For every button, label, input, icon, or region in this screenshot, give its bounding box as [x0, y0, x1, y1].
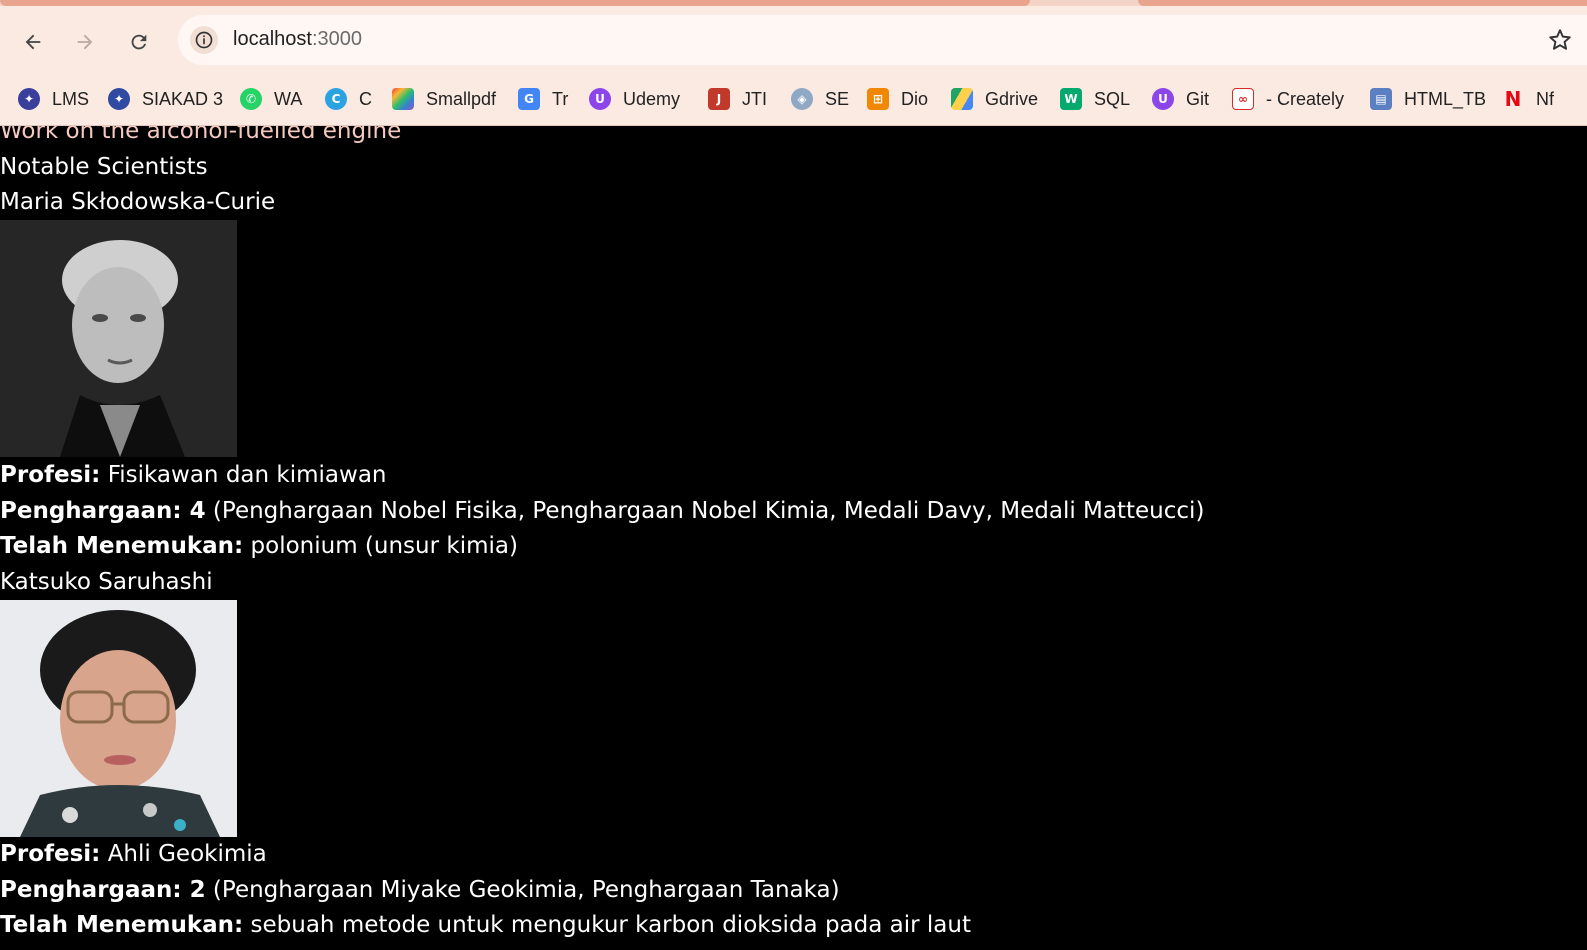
scientist-photo: [0, 220, 237, 457]
udemy-icon: U: [589, 88, 611, 110]
scientist-name: Katsuko Saruhashi: [0, 569, 213, 595]
bookmark-udemy[interactable]: U Udemy: [589, 84, 680, 114]
bookmark-label: - Creately: [1266, 88, 1345, 109]
discovered-label: Telah Menemukan:: [0, 912, 244, 938]
bookmark-label: Smallpdf: [426, 88, 497, 109]
whatsapp-icon: ✆: [240, 88, 262, 110]
bookmark-wa[interactable]: ✆ WA: [240, 84, 302, 114]
campus-crest-icon: ✦: [18, 88, 40, 110]
creately-icon: ∞: [1232, 88, 1254, 110]
discovered-line: Telah Menemukan: sebuah metode untuk men…: [0, 910, 971, 940]
bookmark-dio[interactable]: ⊞ Dio: [867, 84, 928, 114]
awards-label: Penghargaan: 4: [0, 498, 206, 524]
site-info-icon[interactable]: [190, 26, 218, 54]
bookmark-label: Nf: [1536, 88, 1554, 109]
translate-icon: G: [518, 88, 540, 110]
bookmark-smallpdf[interactable]: Smallpdf: [392, 84, 496, 114]
bookmark-translate[interactable]: G Tr: [518, 84, 568, 114]
bookmark-html-tb[interactable]: ▤ HTML_TB: [1370, 84, 1486, 114]
profession-value: Ahli Geokimia: [100, 841, 267, 867]
address-bar[interactable]: localhost:3000: [178, 15, 1587, 65]
netflix-icon: N: [1504, 87, 1522, 111]
awards-value: (Penghargaan Nobel Fisika, Penghargaan N…: [205, 498, 1205, 524]
scientist-photo: [0, 600, 237, 837]
bookmark-label: SE: [825, 88, 850, 109]
discovered-line: Telah Menemukan: polonium (unsur kimia): [0, 531, 518, 561]
reload-button[interactable]: [121, 24, 157, 60]
bookmarks-bar: ✦ LMS ✦ SIAKAD 3 ✆ WA CC Smallpdf G Tr U Udem…: [0, 74, 1587, 126]
bookmark-label: HTML_TB: [1404, 88, 1487, 109]
bookmark-canva[interactable]: CC: [325, 84, 372, 114]
bookmark-gdrive[interactable]: Gdrive: [951, 84, 1038, 114]
udemy-icon: U: [1152, 88, 1174, 110]
profession-label: Profesi:: [0, 841, 101, 867]
discovered-value: sebuah metode untuk mengukur karbon diok…: [243, 912, 971, 938]
page-content: Work on the alcohol-fuelled engine Notab…: [0, 126, 1587, 950]
bookmark-label: SIAKAD 3: [142, 88, 224, 109]
book-icon: ▤: [1370, 88, 1392, 110]
profession-line: Profesi: Fisikawan dan kimiawan: [0, 460, 387, 490]
scientist-name: Maria Skłodowska-Curie: [0, 189, 276, 215]
arrow-left-icon: [25, 34, 41, 50]
w3schools-icon: W: [1060, 88, 1082, 110]
profession-value: Fisikawan dan kimiawan: [100, 462, 387, 488]
bookmark-netflix[interactable]: N Nf: [1502, 84, 1554, 114]
awards-line: Penghargaan: 2 (Penghargaan Miyake Geoki…: [0, 875, 840, 905]
browser-toolbar: localhost:3000: [0, 6, 1587, 74]
bookmark-label: Udemy: [623, 88, 681, 109]
bookmark-lms[interactable]: ✦ LMS: [18, 84, 89, 114]
bookmark-creately[interactable]: ∞ - Creately: [1232, 84, 1344, 114]
bookmark-git[interactable]: U Git: [1152, 84, 1209, 114]
bookmark-label: Gdrive: [985, 88, 1039, 109]
bookmark-label: SQL: [1094, 88, 1131, 109]
bookmark-label: JTI: [742, 88, 767, 109]
bookmark-label: C: [359, 88, 372, 109]
canva-icon: C: [325, 88, 347, 110]
campus-crest-icon: ✦: [108, 88, 130, 110]
url-port: :3000: [311, 28, 362, 50]
smallpdf-icon: [392, 88, 414, 110]
bookmark-se[interactable]: ◈ SE: [791, 84, 849, 114]
cut-off-heading: Work on the alcohol-fuelled engine: [0, 126, 402, 144]
bookmark-siakad[interactable]: ✦ SIAKAD 3: [108, 84, 223, 114]
diagrams-icon: ⊞: [867, 88, 889, 110]
arrow-right-icon: [77, 34, 93, 50]
bookmark-sql[interactable]: W SQL: [1060, 84, 1130, 114]
bookmark-label: Git: [1186, 88, 1210, 109]
star-icon[interactable]: [1547, 27, 1573, 53]
section-title: Notable Scientists: [0, 154, 208, 180]
awards-label: Penghargaan: 2: [0, 877, 206, 903]
discovered-value: polonium (unsur kimia): [243, 533, 518, 559]
awards-value: (Penghargaan Miyake Geokimia, Penghargaa…: [205, 877, 840, 903]
jti-icon: J: [708, 88, 730, 110]
url-host: localhost: [233, 28, 312, 50]
bookmark-label: WA: [274, 88, 303, 109]
bookmark-label: Dio: [901, 88, 929, 109]
profession-label: Profesi:: [0, 462, 101, 488]
se-icon: ◈: [791, 88, 813, 110]
google-drive-icon: [951, 88, 973, 110]
bookmark-label: LMS: [52, 88, 90, 109]
awards-line: Penghargaan: 4 (Penghargaan Nobel Fisika…: [0, 496, 1204, 526]
reload-icon: [131, 34, 147, 50]
url-text[interactable]: localhost:3000: [233, 28, 362, 51]
bookmark-label: Tr: [552, 88, 569, 109]
bookmark-jti[interactable]: J JTI: [708, 84, 767, 114]
profession-line: Profesi: Ahli Geokimia: [0, 839, 267, 869]
discovered-label: Telah Menemukan:: [0, 533, 244, 559]
back-button[interactable]: [15, 24, 51, 60]
forward-button[interactable]: [67, 24, 103, 60]
